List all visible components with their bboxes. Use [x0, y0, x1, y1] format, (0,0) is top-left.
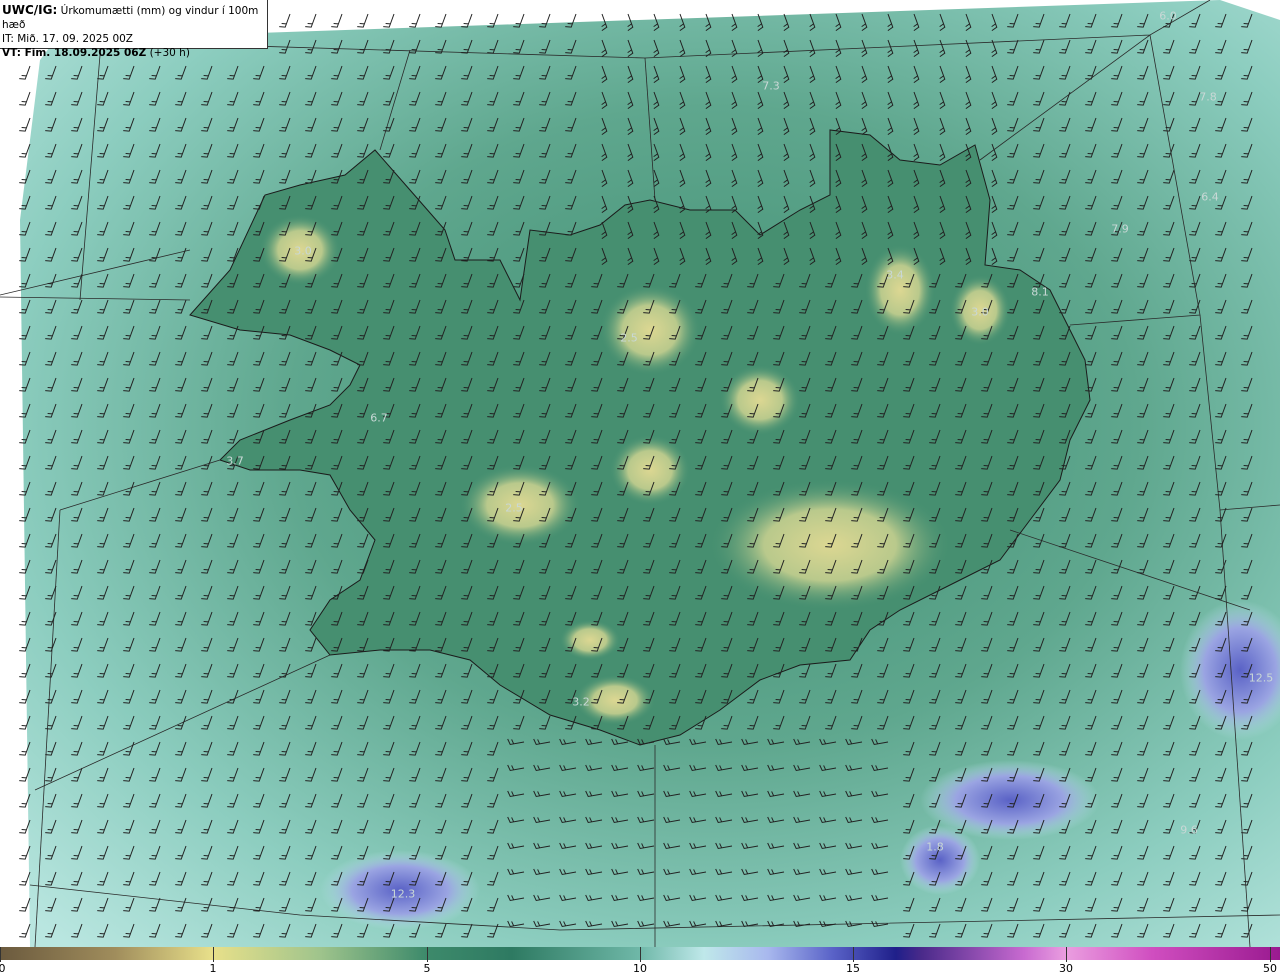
- colorbar-tick-mark: [213, 947, 214, 962]
- map-value-label: 6.7: [370, 411, 388, 425]
- map-value-label: 9.6: [1180, 823, 1198, 837]
- map-value-label: 8.1: [1031, 285, 1049, 299]
- map-value-label: 3.4: [886, 268, 904, 282]
- map-value-label: 3.0: [294, 244, 312, 258]
- map-value-label: 3.2: [572, 695, 590, 709]
- colorbar-tick-mark: [1066, 947, 1067, 962]
- map-value-label: 7.9: [1111, 222, 1129, 236]
- map-value-label: 2.5: [505, 501, 523, 515]
- colorbar-tick-mark: [640, 947, 641, 962]
- header-title: UWC/IG: Úrkomumætti (mm) og vindur í 100…: [2, 3, 259, 31]
- map-value-label: 12.5: [1248, 671, 1274, 685]
- map-value-label: 12.3: [390, 887, 416, 901]
- colorbar-tick-mark: [427, 947, 428, 962]
- header-valid-time: VT: Fim. 18.09.2025 06Z (+30 h): [2, 47, 190, 59]
- colorbar-tick-label: 30: [1059, 962, 1073, 975]
- map-value-label: 1.8: [926, 840, 944, 854]
- colorbar-tick-label: 1: [209, 962, 217, 975]
- colorbar-tick-label: 15: [846, 962, 860, 975]
- colorbar-tick-label: 10: [633, 962, 647, 975]
- colorbar-tick-label: 0: [0, 962, 6, 975]
- map-value-label: 7.3: [762, 79, 780, 93]
- header-init-time: IT: Mið. 17. 09. 2025 00Z: [2, 33, 133, 45]
- colorbar-tick-mark: [0, 947, 1, 962]
- map-header: UWC/IG: Úrkomumætti (mm) og vindur í 100…: [0, 0, 268, 59]
- map-value-label: 6.0: [1159, 9, 1177, 23]
- map-value-label: 2.5: [620, 331, 638, 345]
- map-value-label: 6.4: [1201, 190, 1219, 204]
- map-value-label: 3.0: [971, 305, 989, 319]
- colorbar-tick-label: 50: [1263, 962, 1277, 975]
- colorbar-tick-mark: [853, 947, 854, 962]
- colorbar-tick-label: 5: [423, 962, 431, 975]
- map-value-label: 3.7: [226, 454, 244, 468]
- map-value-label: 7.8: [1199, 90, 1217, 104]
- precipitation-map: [0, 0, 1280, 947]
- colorbar-tick-mark: [1270, 947, 1271, 962]
